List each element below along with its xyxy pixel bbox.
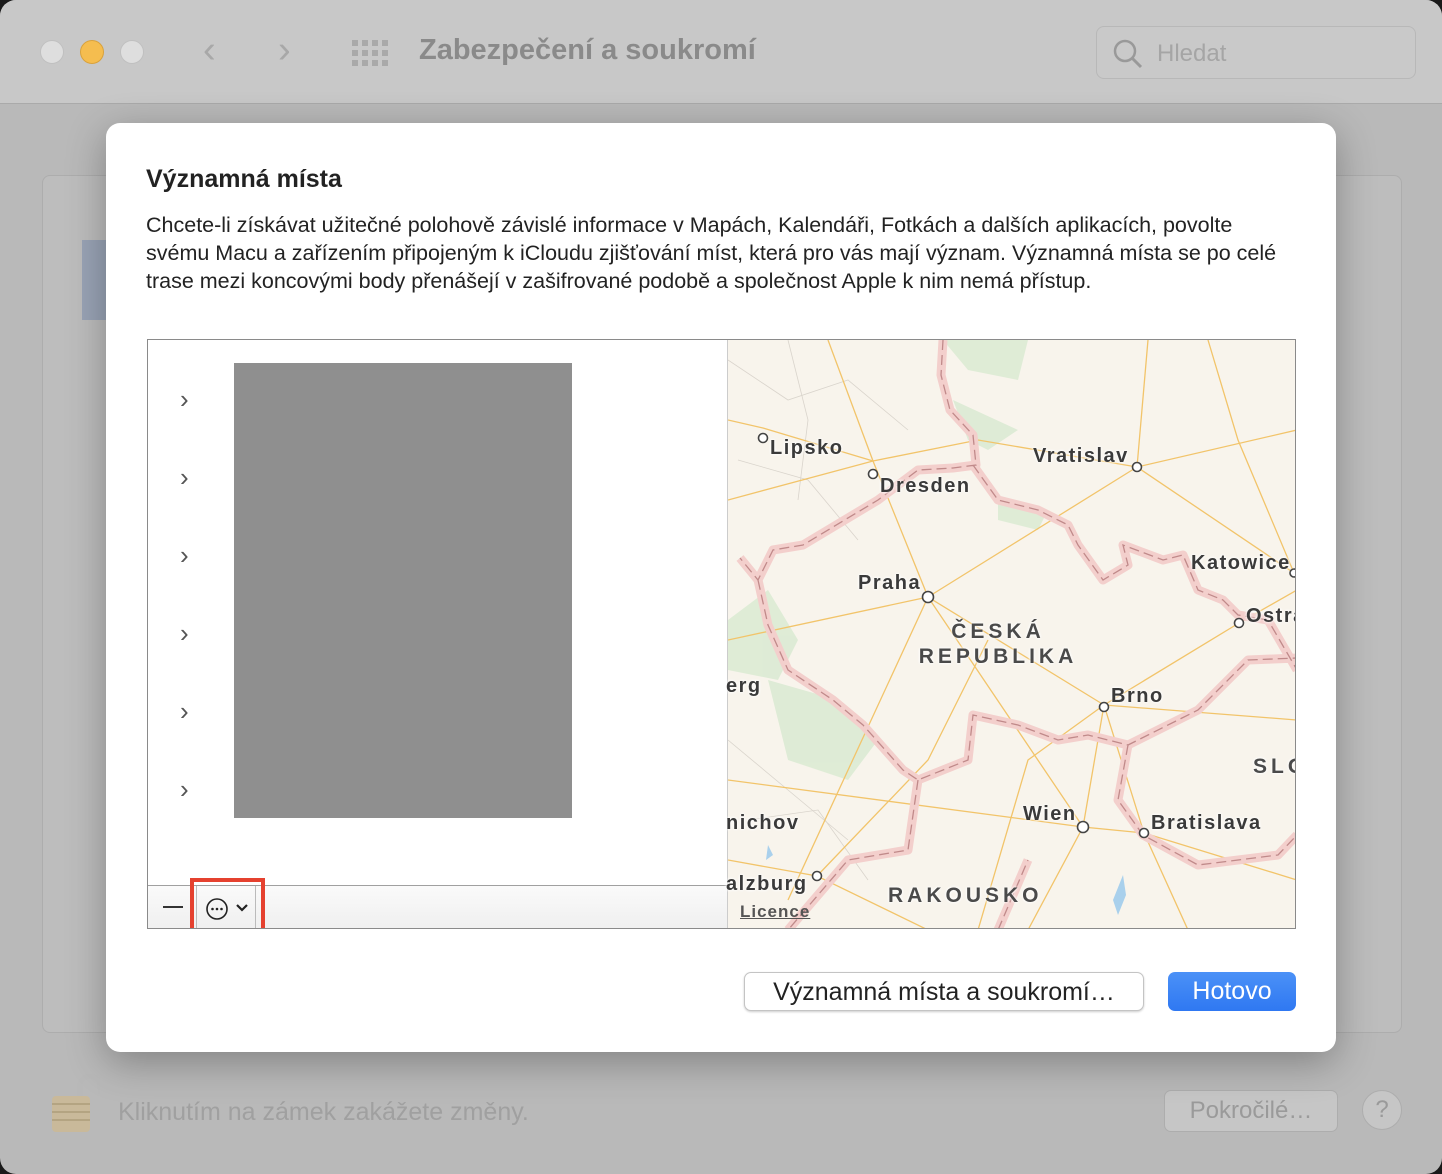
window-title: Zabezpečení a soukromí xyxy=(419,34,756,66)
search-input[interactable]: Hledat xyxy=(1096,26,1416,79)
expand-chevron-icon[interactable]: › xyxy=(180,464,189,490)
map-label-city: nichov xyxy=(726,812,800,834)
minimize-button[interactable] xyxy=(80,40,104,64)
expand-chevron-icon[interactable]: › xyxy=(180,542,189,568)
list-toolbar xyxy=(148,878,727,928)
help-button[interactable]: ? xyxy=(1362,1090,1402,1130)
lock-text: Kliknutím na zámek zakážete změny. xyxy=(118,1098,529,1126)
map-label-city: erg xyxy=(726,675,762,697)
remove-button[interactable] xyxy=(163,906,183,908)
expand-chevron-icon[interactable]: › xyxy=(180,776,189,802)
advanced-button[interactable]: Pokročilé… xyxy=(1164,1090,1338,1132)
map-label-city: Praha xyxy=(858,572,922,594)
lock-icon[interactable] xyxy=(50,1072,100,1134)
map-label-city: Lipsko xyxy=(770,437,844,459)
map-label-country: ČESKÁ REPUBLIKA xyxy=(918,620,1078,668)
dialog-title: Významná místa xyxy=(146,165,342,193)
map-label-country: RAKOUSKO xyxy=(888,884,1043,907)
map-label-city: Katowice xyxy=(1191,552,1291,574)
dialog-description: Chcete-li získávat užitečné polohově záv… xyxy=(146,213,1277,293)
titlebar: ‹ › Zabezpečení a soukromí Hledat xyxy=(0,0,1442,104)
highlight-annotation xyxy=(190,878,265,928)
search-icon xyxy=(1113,39,1143,69)
redacted-location-list xyxy=(234,363,572,818)
map-label-city: Vratislav xyxy=(1033,445,1129,467)
expand-chevron-icon[interactable]: › xyxy=(180,698,189,724)
map-label-city: Bratislava xyxy=(1151,812,1262,834)
map-label-city: alzburg xyxy=(726,873,808,895)
locations-panel: › › › › › › Lipsko Dresden Vratislav Pra… xyxy=(147,339,1296,929)
locations-privacy-button[interactable]: Významná místa a soukromí… xyxy=(744,972,1144,1011)
map-view[interactable]: Lipsko Dresden Vratislav Praha Katowice … xyxy=(726,340,1295,928)
search-placeholder: Hledat xyxy=(1157,40,1227,67)
map-label-city: Wien xyxy=(1023,803,1077,825)
forward-button[interactable]: › xyxy=(278,30,291,70)
map-label-city: Brno xyxy=(1111,685,1164,707)
zoom-button[interactable] xyxy=(120,40,144,64)
back-button[interactable]: ‹ xyxy=(203,30,216,70)
significant-locations-dialog: Významná místa Chcete-li získávat užiteč… xyxy=(106,123,1336,1052)
expand-chevron-icon[interactable]: › xyxy=(180,620,189,646)
map-label-country: SLO xyxy=(1253,755,1295,778)
expand-chevron-icon[interactable]: › xyxy=(180,386,189,412)
map-label-city: Dresden xyxy=(880,475,971,497)
system-preferences-window: ‹ › Zabezpečení a soukromí Hledat Kliknu… xyxy=(0,0,1442,1174)
show-all-grid-icon[interactable] xyxy=(352,40,388,66)
close-button[interactable] xyxy=(40,40,64,64)
done-button[interactable]: Hotovo xyxy=(1168,972,1296,1011)
map-label-city: Ostra xyxy=(1246,605,1295,627)
map-license-link[interactable]: Licence xyxy=(740,902,810,922)
